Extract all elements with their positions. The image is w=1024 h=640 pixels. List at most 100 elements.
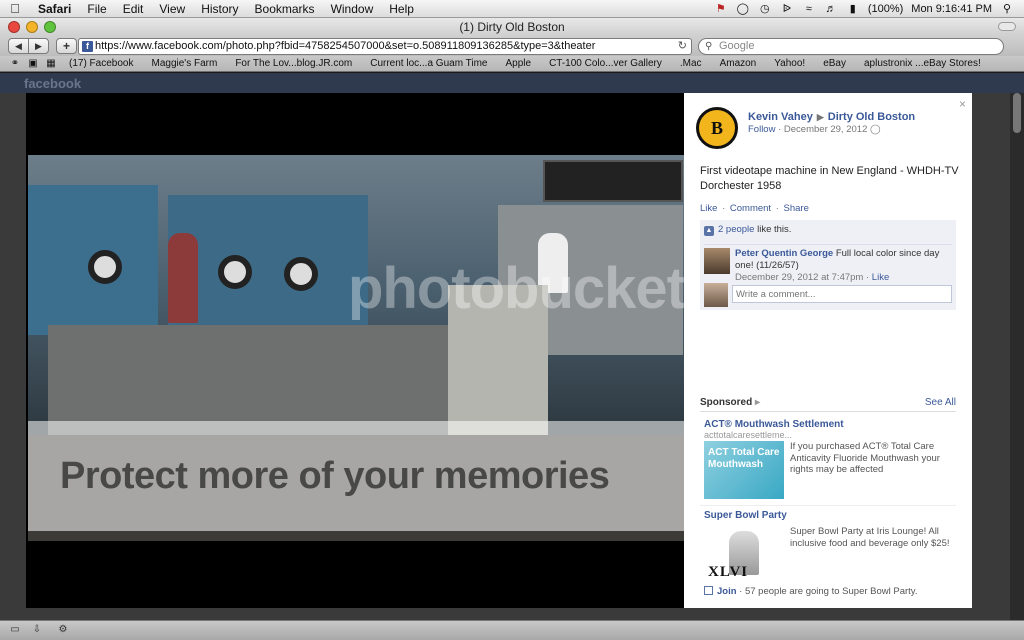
post-author-line: Kevin Vahey ▶ Dirty Old Boston <box>748 111 915 123</box>
bookmarks-book-icon[interactable]: ▣ <box>24 58 42 69</box>
comment-timestamp[interactable]: December 29, 2012 at 7:47pm <box>735 272 863 283</box>
menu-history[interactable]: History <box>193 2 246 16</box>
watermark-text: Protect more of your memories <box>60 455 610 497</box>
write-comment-input[interactable] <box>732 285 952 303</box>
megaphone-icon: ▸ <box>755 397 761 408</box>
bookmark-apple[interactable]: Apple <box>496 58 540 69</box>
screen:  Safari File Edit View History Bookmark… <box>0 0 1024 640</box>
close-window-button[interactable] <box>8 21 20 33</box>
bookmark-ebay[interactable]: eBay <box>814 58 855 69</box>
facebook-logo-icon: facebook <box>24 76 82 91</box>
volume-icon[interactable]: ♬ <box>824 3 838 15</box>
minimize-window-button[interactable] <box>26 21 38 33</box>
web-page: facebook photobucket Protect more of you… <box>0 73 1024 620</box>
menu-app[interactable]: Safari <box>30 2 79 16</box>
gear-icon[interactable]: ⚙ <box>56 624 70 636</box>
comment-link[interactable]: Comment <box>730 203 771 214</box>
arrow-right-icon: ▶ <box>816 112 824 122</box>
photo-side-panel: × B Kevin Vahey ▶ Dirty Old Boston Follow … <box>684 93 972 608</box>
event-join-row: Join · 57 people are going to Super Bowl… <box>704 586 918 597</box>
ad-title[interactable]: Super Bowl Party <box>704 510 956 521</box>
bookmark-amazon[interactable]: Amazon <box>711 58 766 69</box>
follow-link[interactable]: Follow <box>748 124 775 135</box>
clock[interactable]: Mon 9:16:41 PM <box>911 3 992 15</box>
likes-suffix: like this. <box>754 224 792 235</box>
menu-bookmarks[interactable]: Bookmarks <box>247 2 323 16</box>
ad-url: acttotalcaresettleme... <box>704 430 793 440</box>
menu-file[interactable]: File <box>79 2 114 16</box>
sidebar-toggle-icon[interactable]: ▭ <box>8 624 22 636</box>
calendar-icon <box>704 586 713 595</box>
window-title-bar: (1) Dirty Old Boston <box>0 18 1024 36</box>
menu-view[interactable]: View <box>151 2 193 16</box>
menu-window[interactable]: Window <box>323 2 382 16</box>
chat-bubble-icon[interactable]: ◯ <box>736 2 750 15</box>
facebook-favicon-icon: f <box>82 41 93 52</box>
back-button[interactable]: ◀ <box>8 38 29 54</box>
download-icon[interactable]: ⇩ <box>30 624 44 636</box>
ad-image[interactable]: ACT Total Care Mouthwash <box>704 441 784 499</box>
status-menus: ⚑ ◯ ◷ ᐉ ≈ ♬ ▮ (100%) Mon 9:16:41 PM ⚲ <box>714 2 1024 16</box>
thumbs-up-icon: ▲ <box>704 226 714 236</box>
spotlight-icon[interactable]: ⚲ <box>1000 2 1014 15</box>
like-link[interactable]: Like <box>700 203 717 214</box>
reload-icon[interactable]: ↻ <box>678 39 687 54</box>
sponsored-header: Sponsored ▸ See All <box>700 397 956 408</box>
share-link[interactable]: Share <box>784 203 809 214</box>
bookmark-yahoo[interactable]: Yahoo! <box>765 58 814 69</box>
close-icon[interactable]: × <box>959 97 966 111</box>
profile-avatar[interactable]: B <box>696 107 738 149</box>
ad-super-bowl-party[interactable]: Super Bowl Party XLVI Super Bowl Party a… <box>704 510 956 580</box>
toolbar-toggle-button[interactable] <box>998 22 1016 31</box>
address-bar[interactable]: f https://www.facebook.com/photo.php?fbi… <box>78 38 692 55</box>
comment-like-link[interactable]: Like <box>872 272 889 283</box>
search-field[interactable]: ⚲ Google <box>698 38 1004 55</box>
magnifier-icon: ⚲ <box>705 41 713 52</box>
add-bookmark-button[interactable]: + <box>56 38 77 54</box>
battery-icon[interactable]: ▮ <box>846 2 860 15</box>
bookmark-guam-time[interactable]: Current loc...a Guam Time <box>361 58 496 69</box>
divider <box>700 505 956 506</box>
apple-menu-icon[interactable]:  <box>0 1 30 16</box>
battery-percent: (100%) <box>867 2 904 15</box>
bookmark-mac[interactable]: .Mac <box>671 58 711 69</box>
ad-act-mouthwash[interactable]: ACT® Mouthwash Settlement acttotalcarese… <box>704 419 956 499</box>
wifi-icon[interactable]: ≈ <box>802 3 816 15</box>
page-scrollbar[interactable] <box>1010 93 1024 620</box>
time-machine-icon[interactable]: ◷ <box>758 2 772 15</box>
url-text: https://www.facebook.com/photo.php?fbid=… <box>95 40 596 52</box>
zoom-window-button[interactable] <box>44 21 56 33</box>
ad-image[interactable]: XLVI <box>704 526 784 580</box>
bruins-logo-icon: B <box>710 117 723 138</box>
menu-help[interactable]: Help <box>381 2 422 16</box>
likers-link[interactable]: 2 people <box>718 224 754 235</box>
photo[interactable]: photobucket Protect more of your memorie… <box>28 155 684 541</box>
flag-icon[interactable]: ⚑ <box>714 2 728 15</box>
bookmark-aplustronix[interactable]: aplustronix ...eBay Stores! <box>855 58 990 69</box>
forward-button[interactable]: ▶ <box>28 38 49 54</box>
ad-image-text: ACT Total Care Mouthwash <box>708 447 780 470</box>
browser-toolbar: ◀ ▶ + f https://www.facebook.com/photo.p… <box>0 36 1024 56</box>
bookmark-for-the-love[interactable]: For The Lov...blog.JR.com <box>226 58 361 69</box>
bookmark-maggies-farm[interactable]: Maggie's Farm <box>142 58 226 69</box>
bookmark-ct100-gallery[interactable]: CT-100 Colo...ver Gallery <box>540 58 671 69</box>
join-link[interactable]: Join <box>717 586 737 597</box>
viewer-avatar <box>704 283 728 307</box>
feedback-box: ▲ 2 people like this. Peter Quentin Georg… <box>700 220 956 310</box>
reading-list-icon[interactable]: ⚭ <box>6 58 24 69</box>
divider <box>700 411 956 412</box>
bluetooth-icon[interactable]: ᐉ <box>780 2 794 15</box>
menu-bar:  Safari File Edit View History Bookmark… <box>0 0 1024 18</box>
bookmark-facebook[interactable]: (17) Facebook <box>60 58 142 69</box>
top-sites-grid-icon[interactable]: ▦ <box>42 58 60 69</box>
ad-title[interactable]: ACT® Mouthwash Settlement <box>704 419 956 430</box>
group-name-link[interactable]: Dirty Old Boston <box>828 111 915 123</box>
scrollbar-thumb[interactable] <box>1013 93 1021 133</box>
menu-edit[interactable]: Edit <box>115 2 152 16</box>
photo-person-left <box>168 233 198 323</box>
commenter-name-link[interactable]: Peter Quentin George <box>735 248 833 259</box>
see-all-link[interactable]: See All <box>925 397 956 408</box>
author-name-link[interactable]: Kevin Vahey <box>748 111 813 123</box>
commenter-avatar[interactable] <box>704 248 730 274</box>
post-date[interactable]: December 29, 2012 <box>784 124 867 135</box>
